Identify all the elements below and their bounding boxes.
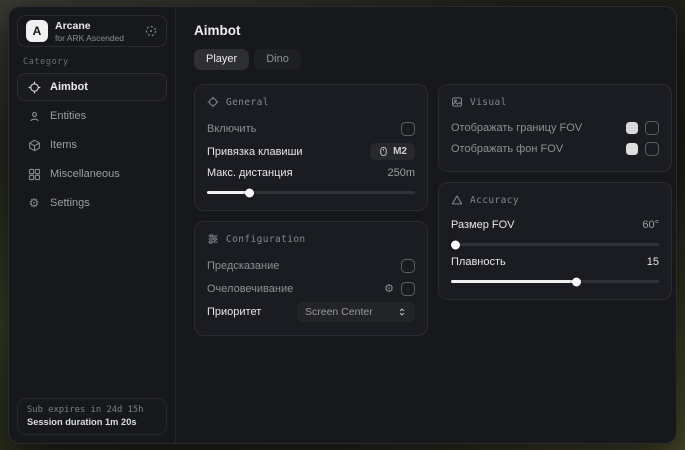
keybind-row: Привязка клавиши M2 xyxy=(207,140,415,163)
target-scan-icon[interactable] xyxy=(144,24,158,38)
sidebar-item-label: Entities xyxy=(50,110,86,122)
main-panel: Aimbot Player Dino General xyxy=(176,7,677,443)
fov-bg-row: Отображать фон FOV xyxy=(451,138,659,159)
prediction-label: Предсказание xyxy=(207,260,279,272)
fov-bg-label: Отображать фон FOV xyxy=(451,143,563,155)
slider-thumb[interactable] xyxy=(245,188,254,197)
humanize-row: Очеловечивание ⚙ xyxy=(207,277,415,300)
fov-border-label: Отображать границу FOV xyxy=(451,122,582,134)
tab-bar: Player Dino xyxy=(194,49,672,70)
sidebar-item-label: Items xyxy=(50,139,77,151)
card-title: Configuration xyxy=(226,234,306,245)
sidebar-item-label: Miscellaneous xyxy=(50,168,120,180)
sliders-icon xyxy=(207,233,219,245)
card-title: General xyxy=(226,97,269,108)
sub-expires-text: Sub expires in 24d 15h xyxy=(27,405,157,415)
priority-row: Приоритет Screen Center xyxy=(207,300,415,323)
gear-icon: ⚙ xyxy=(27,197,41,209)
priority-dropdown[interactable]: Screen Center xyxy=(297,302,415,322)
mouse-icon xyxy=(378,146,389,157)
prediction-checkbox[interactable] xyxy=(401,259,415,273)
sidebar-item-items[interactable]: Items xyxy=(17,131,167,159)
fov-size-slider[interactable] xyxy=(451,243,659,246)
sidebar-item-entities[interactable]: Entities xyxy=(17,102,167,130)
sidebar-item-settings[interactable]: ⚙ Settings xyxy=(17,189,167,217)
image-icon xyxy=(451,96,463,108)
priority-value: Screen Center xyxy=(305,306,373,318)
configuration-card: Configuration Предсказание Очеловечивани… xyxy=(194,221,428,336)
fov-bg-color-swatch[interactable] xyxy=(626,143,638,155)
crosshair-icon xyxy=(27,81,41,94)
priority-label: Приоритет xyxy=(207,306,261,318)
crosshair-icon xyxy=(207,96,219,108)
sidebar-item-label: Settings xyxy=(50,197,90,209)
fov-border-checkbox[interactable] xyxy=(645,121,659,135)
sidebar: A Arcane for ARK Ascended Category xyxy=(9,7,176,443)
humanize-checkbox[interactable] xyxy=(401,282,415,296)
page-title: Aimbot xyxy=(194,23,672,38)
person-scan-icon xyxy=(27,110,41,123)
accuracy-card: Accuracy Размер FOV 60° Плавность 15 xyxy=(438,182,672,300)
card-title: Visual xyxy=(470,97,507,108)
fov-bg-checkbox[interactable] xyxy=(645,142,659,156)
card-title: Accuracy xyxy=(470,195,519,206)
slider-fill xyxy=(451,280,576,283)
category-label: Category xyxy=(23,57,161,67)
distance-slider[interactable] xyxy=(207,191,415,194)
slider-fill xyxy=(207,191,249,194)
keybind-value: M2 xyxy=(393,146,407,157)
grid-icon xyxy=(27,168,41,181)
distance-row: Макс. дистанция 250m xyxy=(207,163,415,183)
tab-player[interactable]: Player xyxy=(194,49,249,70)
enable-checkbox[interactable] xyxy=(401,122,415,136)
slider-thumb[interactable] xyxy=(572,277,581,286)
session-duration-text: Session duration 1m 20s xyxy=(27,417,157,427)
cube-icon xyxy=(27,139,41,152)
app-subtitle: for ARK Ascended xyxy=(55,33,124,43)
gear-icon[interactable]: ⚙ xyxy=(384,283,394,294)
enable-label: Включить xyxy=(207,123,256,135)
sidebar-item-miscellaneous[interactable]: Miscellaneous xyxy=(17,160,167,188)
sidebar-nav: Aimbot Entities Items xyxy=(17,73,167,217)
app-name: Arcane xyxy=(55,20,124,32)
visual-card: Visual Отображать границу FOV Отображать… xyxy=(438,84,672,172)
keybind-label: Привязка клавиши xyxy=(207,146,303,158)
slider-thumb[interactable] xyxy=(451,240,460,249)
general-card: General Включить Привязка клавиши xyxy=(194,84,428,211)
prediction-row: Предсказание xyxy=(207,254,415,277)
smoothness-slider[interactable] xyxy=(451,280,659,283)
brand-card: A Arcane for ARK Ascended xyxy=(17,15,167,47)
fov-border-row: Отображать границу FOV xyxy=(451,117,659,138)
triangle-icon xyxy=(451,194,463,206)
fov-border-color-swatch[interactable] xyxy=(626,122,638,134)
smoothness-value: 15 xyxy=(647,256,659,268)
distance-label: Макс. дистанция xyxy=(207,167,293,179)
fov-size-label: Размер FOV xyxy=(451,219,514,231)
enable-row: Включить xyxy=(207,117,415,140)
sidebar-item-aimbot[interactable]: Aimbot xyxy=(17,73,167,101)
app-logo: A xyxy=(26,20,48,42)
session-info: Sub expires in 24d 15h Session duration … xyxy=(17,398,167,435)
humanize-label: Очеловечивание xyxy=(207,283,293,295)
keybind-button[interactable]: M2 xyxy=(370,143,415,160)
tab-dino[interactable]: Dino xyxy=(254,49,301,70)
chevron-expand-icon xyxy=(397,307,407,317)
sidebar-item-label: Aimbot xyxy=(50,81,88,93)
distance-value: 250m xyxy=(387,167,415,179)
fov-size-value: 60° xyxy=(642,219,659,231)
fov-size-row: Размер FOV 60° xyxy=(451,215,659,235)
smoothness-label: Плавность xyxy=(451,256,506,268)
app-window: A Arcane for ARK Ascended Category xyxy=(8,6,677,444)
smoothness-row: Плавность 15 xyxy=(451,252,659,272)
